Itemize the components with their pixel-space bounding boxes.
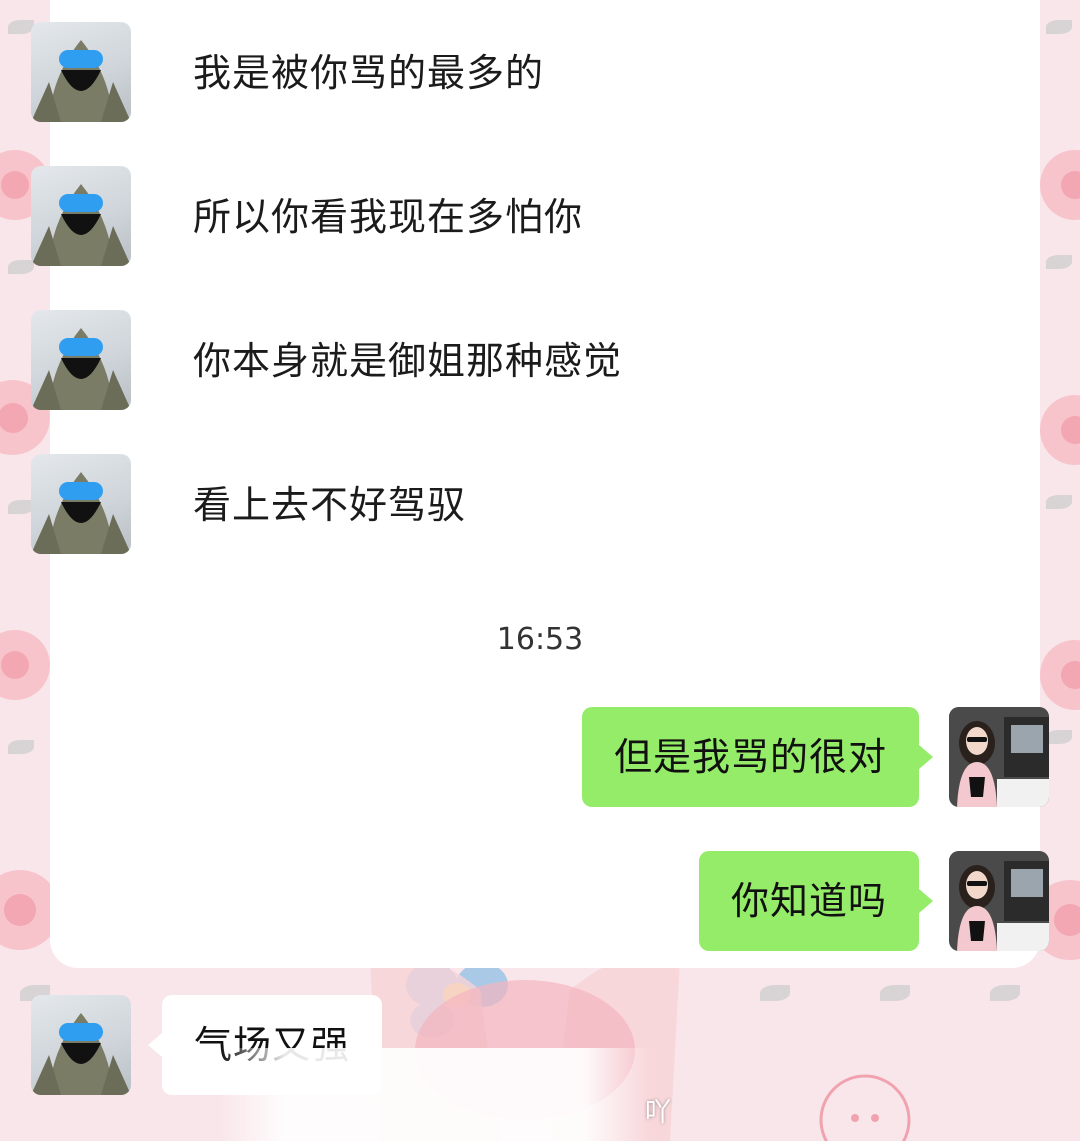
contact-avatar[interactable] bbox=[31, 454, 131, 554]
message-text[interactable]: 看上去不好驾驭 bbox=[193, 480, 466, 530]
contact-avatar[interactable] bbox=[31, 310, 131, 410]
contact-avatar[interactable] bbox=[31, 166, 131, 266]
leaf-decoration bbox=[1046, 495, 1072, 509]
message-text[interactable]: 你本身就是御姐那种感觉 bbox=[193, 336, 622, 386]
leaf-decoration bbox=[8, 260, 34, 274]
leaf-decoration bbox=[1046, 20, 1072, 34]
masked-person-icon bbox=[31, 184, 131, 266]
message-timestamp: 16:53 bbox=[496, 622, 584, 657]
leaf-decoration bbox=[1046, 730, 1072, 744]
flower-decoration bbox=[1040, 395, 1080, 465]
watermark-text: 吖 bbox=[645, 1098, 672, 1128]
message-bubble-outgoing[interactable]: 但是我骂的很对 bbox=[581, 707, 934, 807]
leaf-decoration bbox=[1046, 255, 1072, 269]
masked-person-icon bbox=[31, 40, 131, 122]
masked-person-icon bbox=[31, 1013, 131, 1095]
message-bubble-outgoing[interactable]: 你知道吗 bbox=[698, 851, 934, 951]
woman-in-car-icon bbox=[949, 851, 1049, 951]
message-text[interactable]: 所以你看我现在多怕你 bbox=[193, 192, 583, 242]
leaf-decoration bbox=[880, 985, 910, 1001]
user-avatar[interactable] bbox=[949, 707, 1049, 807]
message-text[interactable]: 我是被你骂的最多的 bbox=[193, 48, 544, 98]
blur-overlay bbox=[220, 1048, 650, 1141]
contact-avatar[interactable] bbox=[31, 995, 131, 1095]
leaf-decoration bbox=[8, 740, 34, 754]
leaf-decoration bbox=[990, 985, 1020, 1001]
masked-person-icon bbox=[31, 328, 131, 410]
user-avatar[interactable] bbox=[949, 851, 1049, 951]
flower-decoration bbox=[1040, 150, 1080, 220]
woman-in-car-icon bbox=[949, 707, 1049, 807]
bunny-stamp-decoration bbox=[819, 1074, 911, 1141]
masked-person-icon bbox=[31, 472, 131, 554]
contact-avatar[interactable] bbox=[31, 22, 131, 122]
leaf-decoration bbox=[760, 985, 790, 1001]
